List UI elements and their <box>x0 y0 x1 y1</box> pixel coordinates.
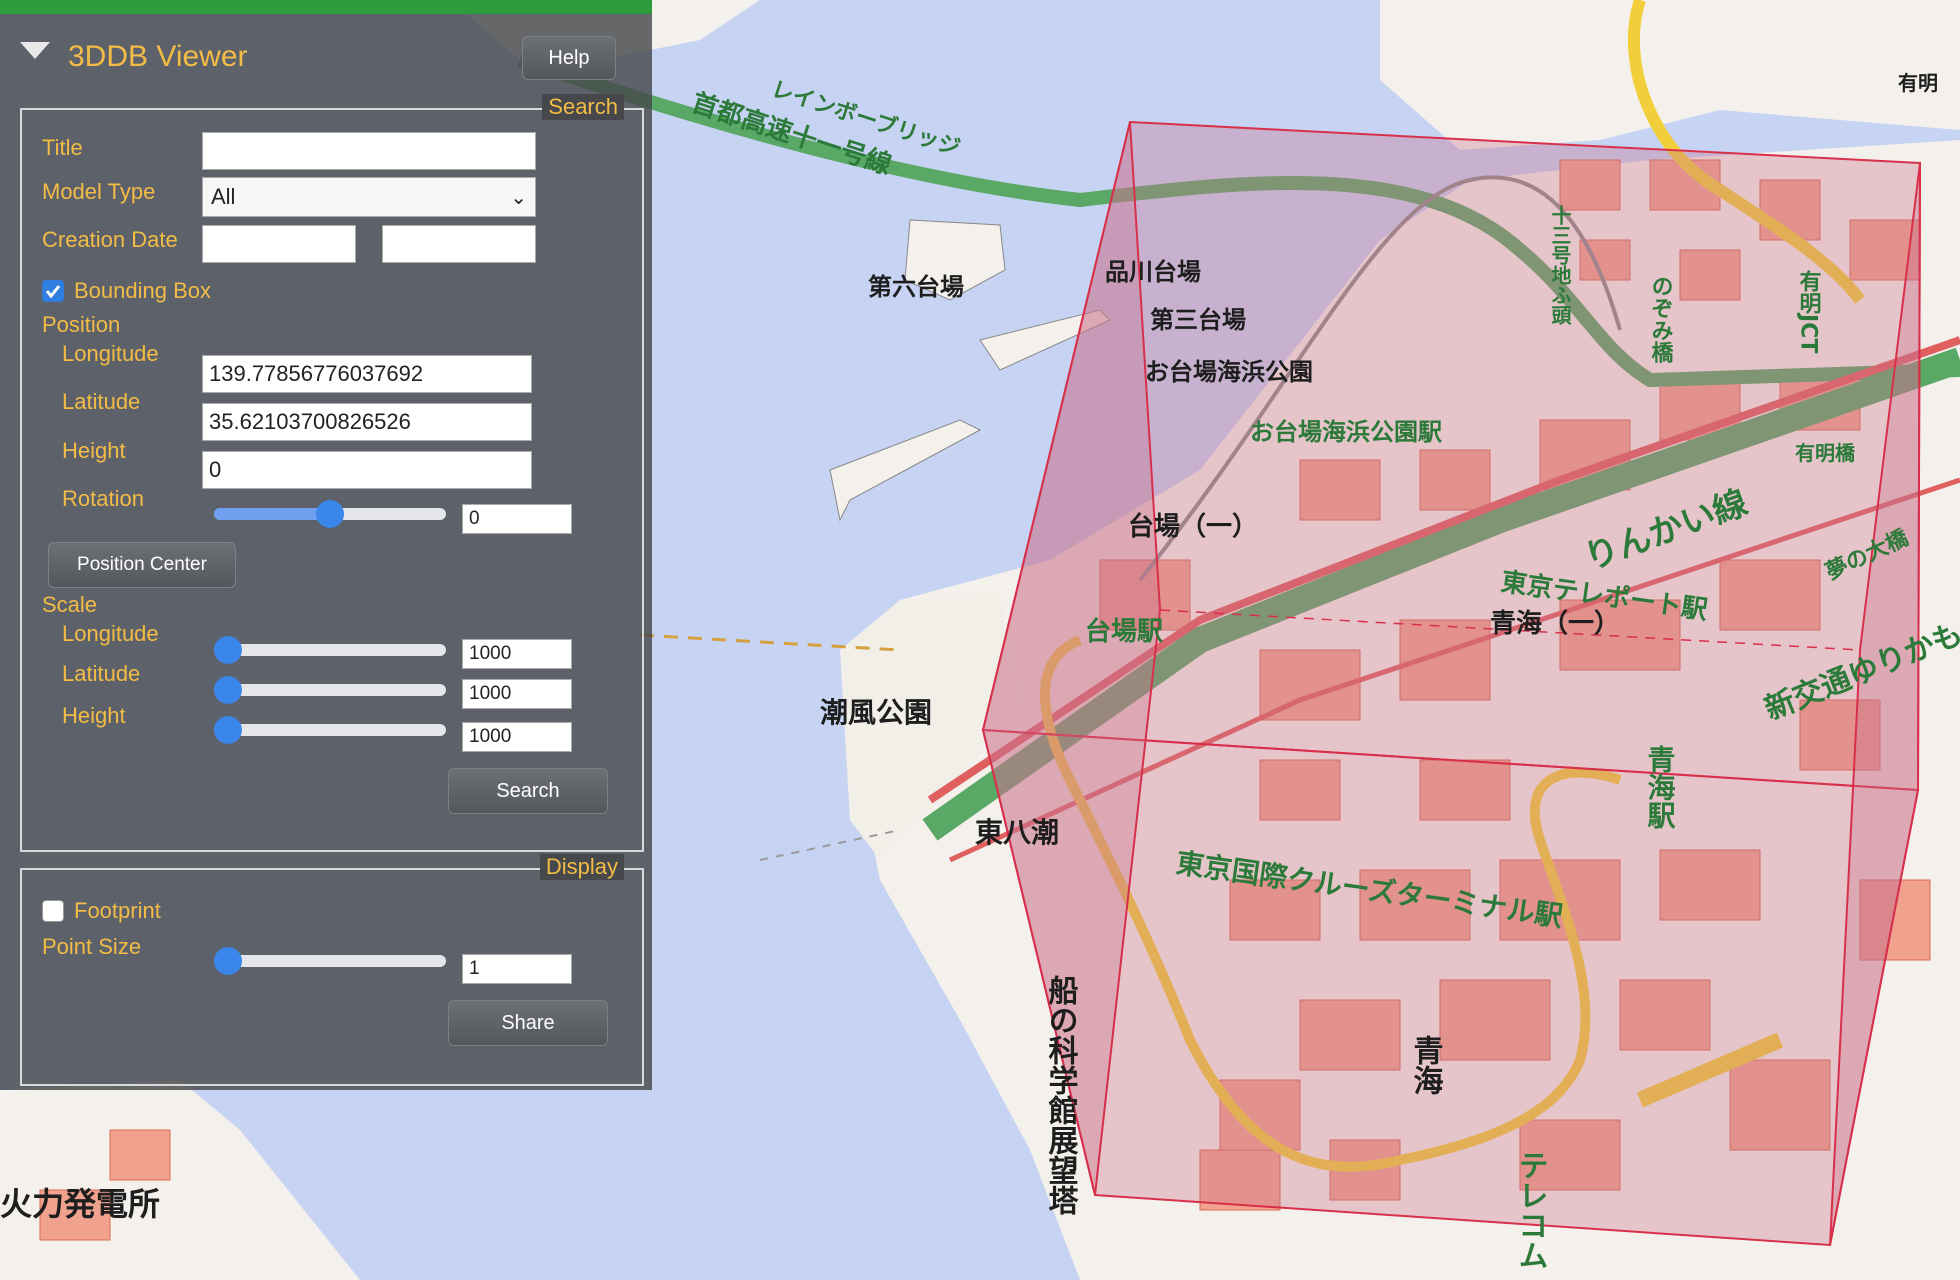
creation-date-label: Creation Date <box>42 227 178 252</box>
title-label: Title <box>42 135 83 160</box>
map-label-nozomi-bridge: のぞみ橋 <box>1648 275 1674 363</box>
point-size-label: Point Size <box>42 934 142 959</box>
scale-height-label: Height <box>62 703 126 728</box>
title-input[interactable] <box>202 132 536 170</box>
map-label-ariake-jct: 有明JCT <box>1796 269 1822 353</box>
map-label-aomi-station: 青海駅 <box>1644 745 1677 830</box>
longitude-label: Longitude <box>62 341 159 366</box>
map-label-ariake: 有明 <box>1898 71 1938 95</box>
map-label-higashi-yashio: 東八潮 <box>975 816 1059 849</box>
model-type-value: All <box>211 184 236 209</box>
scale-height-thumb[interactable] <box>214 716 242 744</box>
rotation-input[interactable]: 0 <box>462 504 572 534</box>
checkmark-icon <box>45 285 61 299</box>
map-label-aomi1: 青海（一） <box>1490 609 1620 639</box>
scale-latitude-input[interactable]: 1000 <box>462 679 572 709</box>
latitude-label: Latitude <box>62 389 141 414</box>
map-label-daiba3: 第三台場 <box>1150 306 1246 334</box>
map-label-daiba-station: 台場駅 <box>1085 616 1163 647</box>
map-label-power-plant: 火力発電所 <box>0 1185 160 1223</box>
point-size-input[interactable]: 1 <box>462 954 572 984</box>
map-label-juni-bridge: 十三号地ふ頭 <box>1548 205 1572 326</box>
chevron-down-icon: ⌄ <box>510 186 527 209</box>
map-label-shinagawa-daiba: 品川台場 <box>1105 258 1201 286</box>
share-button[interactable]: Share <box>448 1000 608 1046</box>
map-label-aomi: 青海 <box>1408 1035 1444 1095</box>
bounding-box <box>981 120 1922 1247</box>
rotation-slider-thumb[interactable] <box>316 500 344 528</box>
map-label-daiba1: 台場（一） <box>1128 511 1258 542</box>
latitude-input[interactable]: 35.62103700826526 <box>202 403 532 441</box>
scale-longitude-thumb[interactable] <box>214 636 242 664</box>
point-size-thumb[interactable] <box>214 947 242 975</box>
bounding-box-checkbox[interactable] <box>42 280 64 302</box>
panel-title: 3DDB Viewer <box>68 40 248 73</box>
viewer-panel: 3DDB Viewer Help Search Title Model Type… <box>0 0 652 1090</box>
rotation-label: Rotation <box>62 486 144 511</box>
scale-height-slider[interactable] <box>214 716 446 744</box>
scale-latitude-label: Latitude <box>62 661 141 686</box>
scale-latitude-thumb[interactable] <box>214 676 242 704</box>
scale-longitude-label: Longitude <box>62 621 159 646</box>
scale-height-input[interactable]: 1000 <box>462 722 572 752</box>
bounding-box-label: Bounding Box <box>74 278 211 303</box>
position-center-button[interactable]: Position Center <box>48 542 236 588</box>
scale-longitude-slider[interactable] <box>214 636 446 664</box>
longitude-input[interactable]: 139.77856776037692 <box>202 355 532 393</box>
map-label-shiokaze: 潮風公園 <box>820 696 932 729</box>
search-button[interactable]: Search <box>448 768 608 814</box>
rotation-slider[interactable] <box>214 500 446 528</box>
map-label-daiba6: 第六台場 <box>868 273 964 301</box>
height-label: Height <box>62 438 126 463</box>
scale-label: Scale <box>42 592 98 617</box>
help-button[interactable]: Help <box>522 36 616 80</box>
map-label-odaiba-station: お台場海浜公園駅 <box>1250 418 1442 446</box>
scale-latitude-slider[interactable] <box>214 676 446 704</box>
footprint-label: Footprint <box>74 898 161 923</box>
model-type-select[interactable]: All ⌄ <box>202 177 536 217</box>
collapse-triangle-icon[interactable] <box>20 42 50 59</box>
footprint-checkbox[interactable] <box>42 900 64 922</box>
model-type-label: Model Type <box>42 179 156 204</box>
rotation-slider-fill <box>214 508 330 520</box>
scale-longitude-input[interactable]: 1000 <box>462 639 572 669</box>
creation-date-from-input[interactable] <box>202 225 356 263</box>
map-label-museum: 船の科学館展望塔 <box>1043 975 1079 1215</box>
creation-date-to-input[interactable] <box>382 225 536 263</box>
map-label-odaiba-park: お台場海浜公園 <box>1145 358 1313 386</box>
search-legend: Search <box>542 94 624 120</box>
point-size-slider[interactable] <box>214 947 446 975</box>
display-legend: Display <box>539 854 624 880</box>
position-label: Position <box>42 312 121 337</box>
map-label-telecom: テレコム <box>1513 1150 1548 1270</box>
height-input[interactable]: 0 <box>202 451 532 489</box>
map-label-ariake-bridge: 有明橋 <box>1795 441 1856 465</box>
